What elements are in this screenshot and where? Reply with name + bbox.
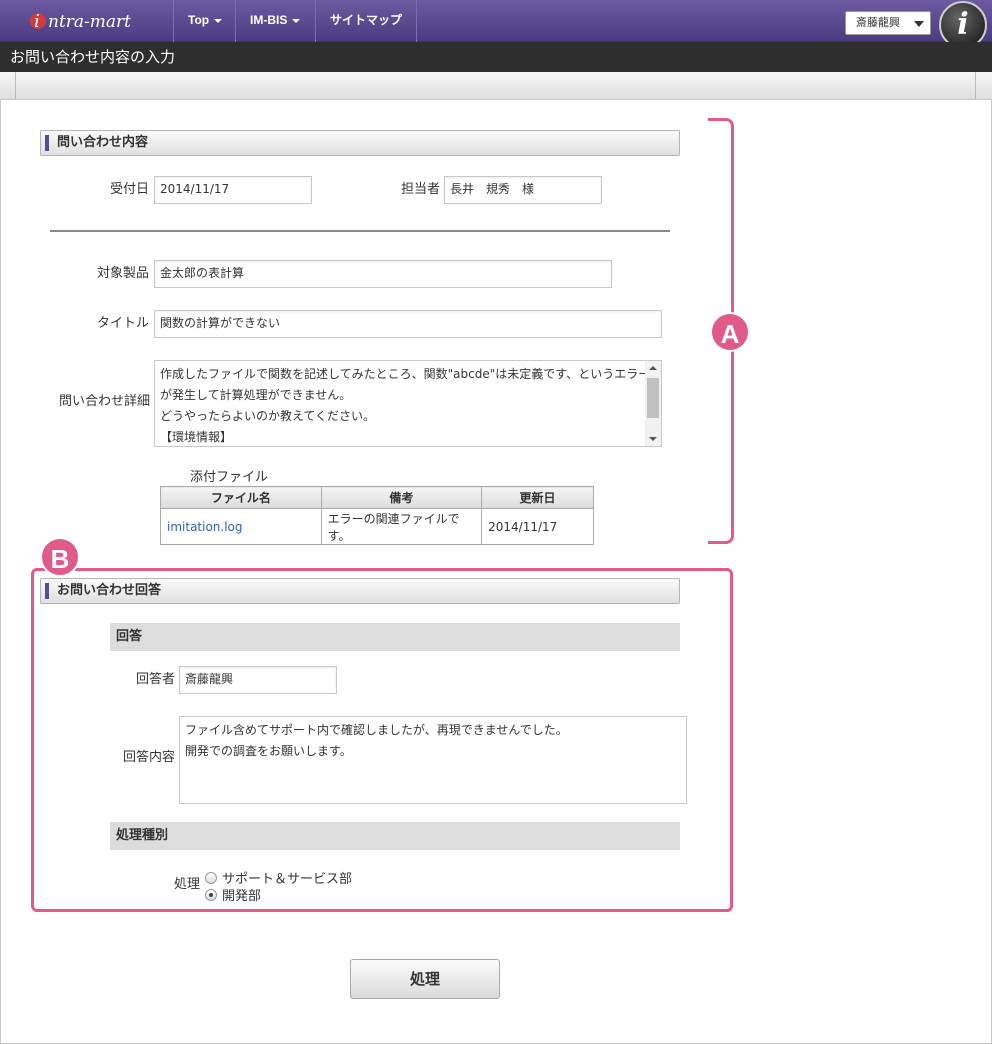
nav-top-label: Top bbox=[188, 13, 210, 27]
radio-label: 開発部 bbox=[222, 889, 262, 904]
column-header-filename: ファイル名 bbox=[160, 486, 322, 509]
annotation-badge-a: A bbox=[710, 312, 750, 352]
table-row: imitation.log エラーの関連ファイルです。 2014/11/17 bbox=[160, 508, 594, 545]
textarea-scrollbar[interactable] bbox=[645, 361, 661, 446]
answer-content-textarea[interactable]: ファイル含めてサポート内で確認しましたが、再現できませんでした。 開発での調査を… bbox=[179, 716, 687, 804]
divider bbox=[50, 230, 670, 232]
product-field[interactable]: 金太郎の表計算 bbox=[154, 260, 612, 288]
received-date-label: 受付日 bbox=[109, 182, 149, 197]
detail-textarea[interactable]: 作成したファイルで関数を記述してみたところ、関数"abcde"は未定義です、とい… bbox=[154, 360, 662, 447]
scroll-thumb[interactable] bbox=[647, 378, 659, 418]
page-title: お問い合わせ内容の入力 bbox=[10, 48, 176, 66]
process-submit-button[interactable]: 処理 bbox=[350, 959, 500, 999]
nav-im-bis[interactable]: IM-BIS bbox=[235, 0, 314, 42]
user-menu-dropdown[interactable]: 斎藤龍興 bbox=[845, 11, 931, 35]
process-label: 処理 bbox=[173, 877, 200, 892]
inquiry-section-title: 問い合わせ内容 bbox=[57, 135, 149, 150]
answer-section-header: お問い合わせ回答 bbox=[40, 578, 680, 604]
inquiry-section-header: 問い合わせ内容 bbox=[40, 130, 680, 156]
title-label: タイトル bbox=[96, 316, 149, 331]
assignee-field[interactable]: 長井 規秀 様 bbox=[444, 176, 602, 204]
detail-line: が発生して計算処理ができません。 bbox=[160, 388, 352, 402]
detail-line: 作成したファイルで関数を記述してみたところ、関数"abcde"は未定義です、とい… bbox=[160, 367, 651, 381]
detail-label: 問い合わせ詳細 bbox=[58, 394, 150, 409]
intra-mart-logo[interactable]: i ntra-mart bbox=[30, 8, 150, 34]
toolbar-divider bbox=[15, 72, 16, 99]
nav-im-bis-label: IM-BIS bbox=[250, 13, 288, 27]
attachment-note-cell: エラーの関連ファイルです。 bbox=[320, 508, 483, 545]
scroll-down-icon bbox=[649, 437, 657, 441]
responder-field[interactable]: 斎藤龍興 bbox=[179, 666, 337, 694]
attachment-filename-cell: imitation.log bbox=[160, 508, 322, 545]
toolbar bbox=[0, 72, 992, 100]
product-label: 対象製品 bbox=[96, 266, 149, 281]
attachment-link[interactable]: imitation.log bbox=[167, 520, 243, 534]
annotation-badge-b: B bbox=[40, 537, 80, 577]
radio-option-development[interactable]: 開発部 bbox=[205, 885, 261, 904]
chevron-down-icon bbox=[292, 18, 301, 23]
chevron-down-icon bbox=[214, 18, 223, 23]
answer-subheader: 回答 bbox=[110, 623, 680, 651]
assignee-label: 担当者 bbox=[400, 182, 440, 197]
answer-line: ファイル含めてサポート内で確認しましたが、再現できませんでした。 bbox=[185, 723, 568, 737]
svg-text:ntra-mart: ntra-mart bbox=[48, 12, 131, 32]
radio-button-checked[interactable] bbox=[205, 889, 217, 901]
column-header-note: 備考 bbox=[320, 486, 483, 509]
nav-top[interactable]: Top bbox=[173, 0, 236, 42]
nav-sitemap[interactable]: サイトマップ bbox=[315, 0, 418, 42]
svg-text:i: i bbox=[34, 11, 40, 32]
answer-content-label: 回答内容 bbox=[122, 750, 175, 765]
chevron-down-icon bbox=[914, 21, 924, 27]
answer-section-title: お問い合わせ回答 bbox=[57, 583, 162, 598]
responder-label: 回答者 bbox=[135, 672, 175, 687]
attachments-label: 添付ファイル bbox=[190, 470, 269, 485]
detail-line: どうやったらよいのか教えてください。 bbox=[160, 409, 376, 423]
toolbar-divider bbox=[975, 72, 976, 99]
process-subheader: 処理種別 bbox=[110, 822, 680, 850]
answer-line: 開発での調査をお願いします。 bbox=[185, 744, 352, 758]
detail-line: 【環境情報】 bbox=[160, 430, 233, 444]
page-title-bar: お問い合わせ内容の入力 bbox=[0, 42, 992, 72]
title-field[interactable]: 関数の計算ができない bbox=[154, 310, 662, 338]
attachments-table: ファイル名 備考 更新日 imitation.log エラーの関連ファイルです。… bbox=[160, 486, 594, 545]
nav-sitemap-label: サイトマップ bbox=[330, 13, 403, 27]
attachment-date-cell: 2014/11/17 bbox=[481, 508, 594, 545]
scroll-up-icon bbox=[649, 366, 657, 370]
user-name: 斎藤龍興 bbox=[856, 16, 900, 29]
received-date-field[interactable]: 2014/11/17 bbox=[154, 176, 312, 204]
radio-button[interactable] bbox=[205, 872, 217, 884]
top-navigation-bar: i ntra-mart Top IM-BIS サイトマップ 斎藤龍興 i bbox=[0, 0, 992, 49]
column-header-date: 更新日 bbox=[481, 486, 594, 509]
